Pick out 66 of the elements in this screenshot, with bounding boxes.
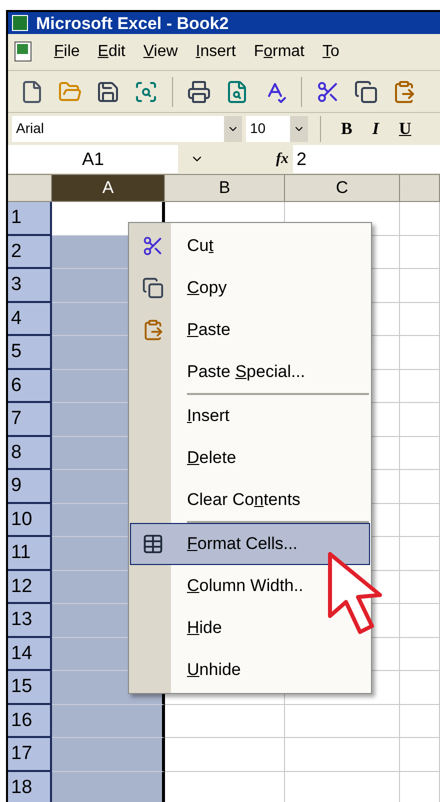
table-cell[interactable] <box>52 704 165 738</box>
font-size-field[interactable]: 10 <box>246 116 308 142</box>
context-menu-item[interactable]: Delete <box>130 437 370 479</box>
context-menu-item[interactable]: Insert <box>130 395 370 437</box>
row-header[interactable]: 15 <box>8 671 52 704</box>
table-cell[interactable] <box>52 738 165 772</box>
row-header[interactable]: 14 <box>8 638 52 671</box>
folder-icon[interactable] <box>58 80 82 104</box>
row-header[interactable]: 16 <box>8 704 52 738</box>
print-icon[interactable] <box>187 80 211 104</box>
menu-item[interactable]: Format <box>254 40 304 64</box>
row-header[interactable]: 2 <box>8 236 52 269</box>
context-menu-item[interactable]: Hide <box>130 607 370 649</box>
row-header[interactable]: 8 <box>8 436 52 470</box>
cut-icon <box>142 235 164 257</box>
column-header[interactable]: B <box>165 175 285 202</box>
context-menu-item[interactable]: Paste <box>130 309 370 351</box>
row-header[interactable]: 13 <box>8 604 52 638</box>
cut-icon[interactable] <box>316 80 340 104</box>
underline-button[interactable]: U <box>390 116 420 142</box>
row-header[interactable]: 17 <box>8 738 52 772</box>
context-menu-item[interactable]: Paste Special... <box>130 351 370 393</box>
context-menu-item[interactable]: Copy <box>130 267 370 309</box>
formula-field[interactable]: 2 <box>292 145 440 173</box>
name-box[interactable]: A1 <box>8 145 178 173</box>
context-menu-item[interactable]: Column Width.. <box>130 565 370 607</box>
row-header[interactable]: 4 <box>8 302 52 336</box>
menu-item[interactable]: Edit <box>98 40 126 64</box>
row-header[interactable]: 7 <box>8 403 52 436</box>
row-header[interactable]: 3 <box>8 269 52 302</box>
table-cell[interactable] <box>52 772 165 802</box>
context-menu-item[interactable]: Cut <box>130 225 370 267</box>
row-header[interactable]: 9 <box>8 470 52 504</box>
document-search-icon[interactable] <box>134 80 158 104</box>
italic-button[interactable]: I <box>364 116 387 142</box>
font-field[interactable]: Arial <box>12 116 242 142</box>
menu-item[interactable]: To <box>322 40 340 64</box>
window-title: Microsoft Excel - Book2 <box>36 14 229 32</box>
paste-icon[interactable] <box>392 80 416 104</box>
context-menu-item[interactable]: Clear Contents <box>130 479 370 521</box>
print-preview-icon[interactable] <box>225 80 249 104</box>
save-icon[interactable] <box>96 80 120 104</box>
row-header[interactable]: 1 <box>8 202 52 236</box>
column-header[interactable]: C <box>285 175 400 202</box>
column-header[interactable] <box>400 175 440 202</box>
format-cells-icon <box>142 533 164 555</box>
row-header[interactable]: 18 <box>8 772 52 802</box>
context-menu-item[interactable]: Format Cells... <box>130 523 370 565</box>
copy-icon[interactable] <box>354 80 378 104</box>
row-header[interactable]: 5 <box>8 336 52 370</box>
function-label[interactable]: fx <box>276 148 288 170</box>
context-menu-item[interactable]: Unhide <box>130 649 370 691</box>
menu-item[interactable]: View <box>143 40 178 64</box>
menu-item[interactable]: Insert <box>196 40 236 64</box>
menu-item[interactable]: File <box>54 40 80 64</box>
row-header[interactable]: 12 <box>8 570 52 604</box>
row-header[interactable]: 11 <box>8 537 52 570</box>
copy-icon <box>142 277 164 299</box>
select-all-corner[interactable] <box>8 175 52 202</box>
new-file-icon[interactable] <box>20 80 44 104</box>
row-header[interactable]: 10 <box>8 504 52 537</box>
row-header[interactable]: 6 <box>8 370 52 403</box>
bold-button[interactable]: B <box>333 116 360 142</box>
column-header[interactable]: A <box>52 175 165 202</box>
paste-icon <box>142 319 164 341</box>
excel-icon <box>12 15 28 31</box>
